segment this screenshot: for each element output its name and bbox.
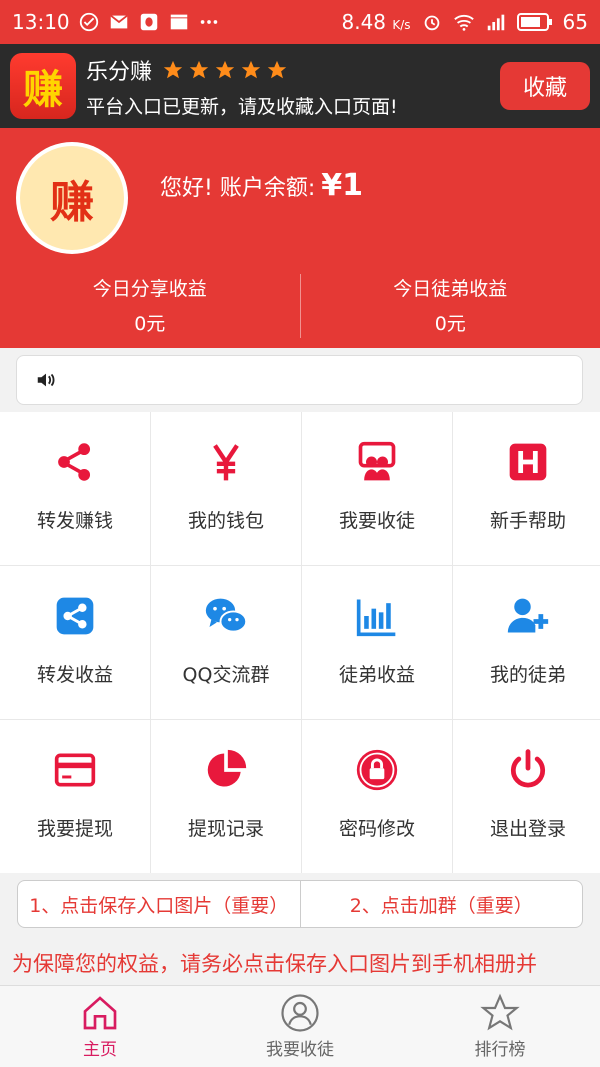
star-icon <box>189 60 209 78</box>
collect-button[interactable]: 收藏 <box>500 62 590 110</box>
grid-item-wallet[interactable]: 我的钱包 <box>151 412 301 565</box>
grid-item-recruit[interactable]: 我要收徒 <box>302 412 452 565</box>
speaker-icon <box>37 373 55 387</box>
nav-home[interactable]: 主页 <box>0 986 200 1067</box>
grid-item-help[interactable]: 新手帮助 <box>453 412 600 565</box>
signal-icon <box>485 11 507 33</box>
qq-icon <box>138 11 160 33</box>
app-logo: 赚 <box>10 53 76 119</box>
status-time: 13:10 <box>12 10 70 34</box>
grid-item-share-earn[interactable]: 转发赚钱 <box>0 412 150 565</box>
grid-item-withdraw-records[interactable]: 提现记录 <box>151 720 301 873</box>
join-group-button[interactable]: 2、点击加群（重要） <box>301 881 583 927</box>
alarm-icon <box>421 11 443 33</box>
clapper-icon <box>168 11 190 33</box>
greeting-text: 您好! 账户余额: <box>160 175 316 201</box>
avatar[interactable]: 赚 <box>16 142 128 254</box>
battery-icon <box>516 11 553 33</box>
battery-level: 65 <box>562 10 588 34</box>
chat-icon <box>205 598 248 633</box>
app-name: 乐分赚 <box>86 59 153 85</box>
yuan-icon <box>213 444 239 481</box>
grid-item-my-apprentices[interactable]: 我的徒弟 <box>453 566 600 719</box>
today-share-earnings: 今日分享收益 0元 <box>92 278 207 335</box>
power-icon <box>510 749 546 788</box>
recruit-icon <box>358 441 396 481</box>
notice-bar[interactable] <box>16 355 583 405</box>
save-entry-image-button[interactable]: 1、点击保存入口图片（重要） <box>18 881 300 927</box>
share-icon <box>58 443 91 481</box>
pie-icon <box>207 749 247 787</box>
mail-icon <box>108 11 130 33</box>
lock-icon <box>356 749 398 791</box>
wifi-icon <box>453 11 475 33</box>
today-apprentice-earnings: 今日徒弟收益 0元 <box>393 278 508 335</box>
card-icon <box>54 753 96 787</box>
bar-chart-icon <box>356 599 396 637</box>
person-icon <box>281 994 319 1032</box>
account-header: 赚 您好! 账户余额: ¥1 今日分享收益 0元 今日徒弟收益 0元 <box>0 128 600 348</box>
home-icon <box>83 996 117 1030</box>
warning-text: 为保障您的权益，请务必点击保存入口图片到手机相册并 <box>12 952 537 976</box>
star-icon <box>241 60 261 78</box>
grid-item-apprentice-income[interactable]: 徒弟收益 <box>302 566 452 719</box>
net-speed: 8.48 K/s <box>341 10 411 34</box>
check-circle-icon <box>78 11 100 33</box>
entry-banner: 赚 乐分赚 平台入口已更新，请及收藏入口页面! 收藏 <box>0 44 600 128</box>
status-bar: 13:10 8.48 K/s 65 <box>0 0 600 44</box>
grid-item-change-password[interactable]: 密码修改 <box>302 720 452 873</box>
earnings-summary: 今日分享收益 0元 今日徒弟收益 0元 <box>0 274 600 340</box>
balance-line: 您好! 账户余额: ¥1 <box>160 168 363 203</box>
bottom-nav: 主页 我要收徒 排行榜 <box>0 985 600 1067</box>
more-icon <box>198 11 220 33</box>
add-user-icon <box>507 598 549 633</box>
important-actions: 1、点击保存入口图片（重要） 2、点击加群（重要） <box>17 880 583 928</box>
grid-item-withdraw[interactable]: 我要提现 <box>0 720 150 873</box>
help-icon <box>509 443 547 481</box>
grid-item-qq-group[interactable]: QQ交流群 <box>151 566 301 719</box>
app-screen: 13:10 8.48 K/s 65 赚 乐分赚 平台入口已更新，请及收藏入口页面… <box>0 0 600 1067</box>
grid-item-logout[interactable]: 退出登录 <box>453 720 600 873</box>
star-icon <box>163 60 183 78</box>
rating-stars <box>162 59 288 81</box>
share-square-icon <box>56 597 94 635</box>
star-icon <box>267 60 287 78</box>
grid-item-share-income[interactable]: 转发收益 <box>0 566 150 719</box>
star-icon <box>215 60 235 78</box>
star-icon <box>480 993 520 1031</box>
banner-message: 平台入口已更新，请及收藏入口页面! <box>86 95 398 118</box>
account-balance: ¥1 <box>321 168 363 203</box>
function-grid: 转发赚钱 我的钱包 我要收徒 新手帮助 转发收益 QQ交流群 徒弟收益 我的徒弟… <box>0 412 600 873</box>
nav-recruit[interactable]: 我要收徒 <box>200 986 400 1067</box>
nav-leaderboard[interactable]: 排行榜 <box>400 986 600 1067</box>
